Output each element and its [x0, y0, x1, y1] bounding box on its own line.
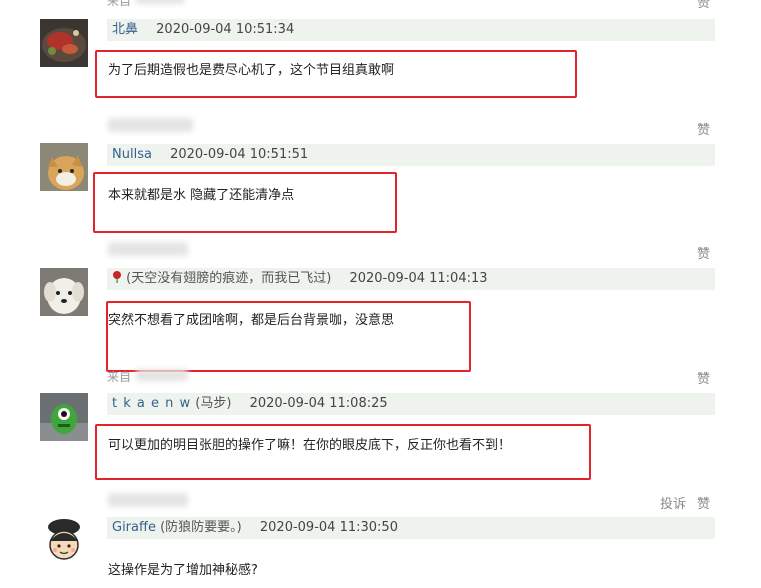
source-label: 来自 [107, 370, 132, 384]
username-link[interactable]: t k a e n w [112, 396, 191, 411]
user-note: (马步) [195, 396, 232, 411]
like-button[interactable]: 赞 [697, 493, 710, 512]
blurred-source [136, 369, 188, 381]
comment-time: 2020-09-04 11:30:50 [259, 520, 398, 535]
comment-time: 2020-09-04 10:51:51 [170, 147, 309, 162]
source-label: 来自 [107, 0, 132, 8]
white-dog-avatar [40, 268, 88, 316]
blurred-source [135, 0, 185, 4]
highlight-box [106, 301, 471, 372]
username-link[interactable]: Giraffe [112, 520, 156, 535]
avatar[interactable] [40, 268, 88, 316]
comment-header: t k a e n w (马步) 2020-09-04 11:08:25 [107, 393, 715, 415]
comment-time: 2020-09-04 11:04:13 [349, 271, 488, 286]
blurred-source [108, 118, 193, 132]
report-button[interactable]: 投诉 [660, 493, 686, 512]
cat-photo-avatar [40, 143, 88, 191]
like-button[interactable]: 赞 [697, 0, 710, 11]
comment-text: 这操作是为了增加神秘感? [108, 563, 258, 578]
like-button[interactable]: 赞 [697, 368, 710, 387]
blurred-source [108, 242, 188, 256]
comment-header: Nullsa 2020-09-04 10:51:51 [107, 144, 715, 166]
avatar[interactable] [40, 19, 88, 67]
rose-icon [112, 269, 122, 283]
blurred-source [108, 493, 188, 507]
comment-header: (天空没有翅膀的痕迹，而我已飞过) 2020-09-04 11:04:13 [107, 268, 715, 290]
highlight-box [95, 50, 577, 98]
highlight-box [93, 172, 397, 233]
like-button[interactable]: 赞 [697, 243, 710, 262]
highlight-box [95, 424, 591, 480]
like-button[interactable]: 赞 [697, 119, 710, 138]
user-note: (防狼防要要。) [160, 520, 242, 535]
green-monster-avatar [40, 393, 88, 441]
cartoon-chef-avatar [40, 517, 88, 565]
food-photo-avatar [40, 19, 88, 67]
comment-header: Giraffe (防狼防要要。) 2020-09-04 11:30:50 [107, 517, 715, 539]
comment-time: 2020-09-04 10:51:34 [156, 22, 295, 37]
username-link[interactable]: 北鼻 [112, 22, 138, 37]
avatar[interactable] [40, 517, 88, 565]
avatar[interactable] [40, 393, 88, 441]
username-link[interactable]: Nullsa [112, 147, 152, 162]
comment-header: 北鼻 2020-09-04 10:51:34 [107, 19, 715, 41]
avatar[interactable] [40, 143, 88, 191]
user-note: (天空没有翅膀的痕迹，而我已飞过) [126, 271, 332, 286]
comment-time: 2020-09-04 11:08:25 [249, 396, 388, 411]
